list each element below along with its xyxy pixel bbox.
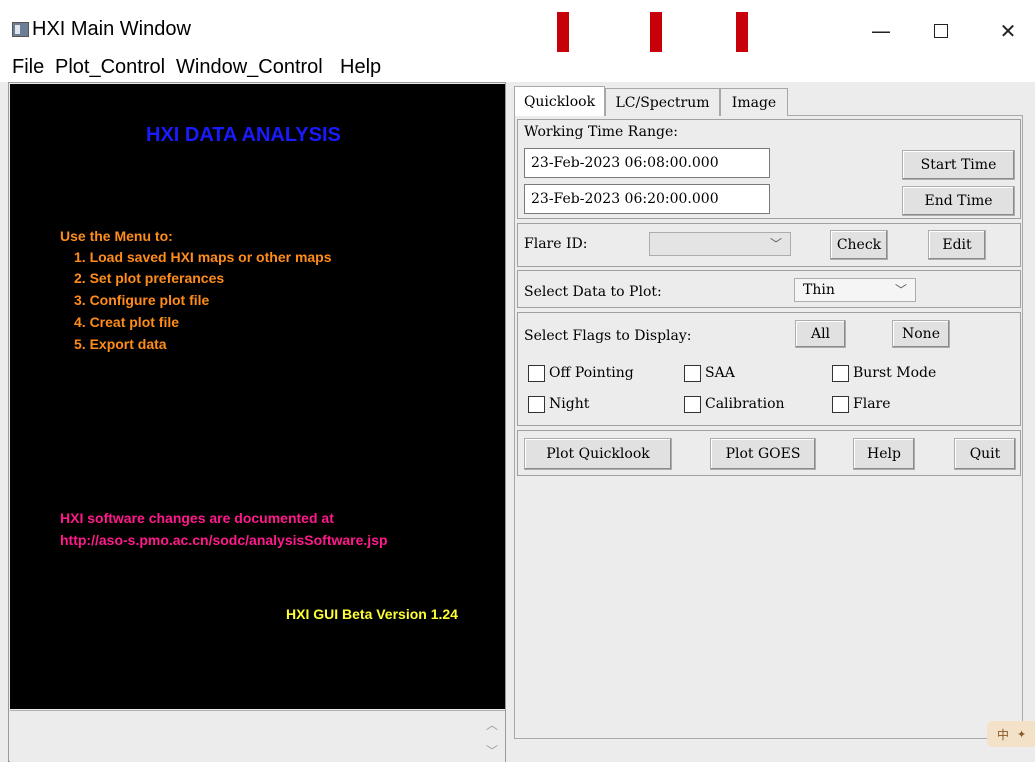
tab-lc-spectrum[interactable]: LC/Spectrum xyxy=(605,88,720,116)
scroll-up-icon[interactable]: ︿ xyxy=(486,716,498,733)
app-icon xyxy=(12,22,29,37)
menu-file[interactable]: File xyxy=(12,56,44,79)
menu-bar: File Plot_Control Window_Control Help xyxy=(0,52,1035,82)
off-pointing-label: Off Pointing xyxy=(549,365,634,381)
chevron-down-icon: ﹀ xyxy=(894,283,907,297)
plot-quicklook-button[interactable]: Plot Quicklook xyxy=(524,438,672,470)
saa-label: SAA xyxy=(705,365,735,381)
data-select-dropdown[interactable]: Thin ﹀ xyxy=(794,278,916,302)
window-title: HXI Main Window xyxy=(32,18,191,40)
burst-mode-label: Burst Mode xyxy=(853,365,937,381)
version-text: HXI GUI Beta Version 1.24 xyxy=(286,606,458,622)
step-text: 4. Creat plot file xyxy=(74,314,180,330)
saa-checkbox[interactable] xyxy=(684,365,701,382)
canvas-heading: HXI DATA ANALYSIS xyxy=(146,124,341,146)
edit-button[interactable]: Edit xyxy=(928,230,986,260)
plot-goes-button[interactable]: Plot GOES xyxy=(710,438,816,470)
log-text-area[interactable] xyxy=(10,710,505,762)
menu-help[interactable]: Help xyxy=(340,56,381,79)
close-button[interactable]: ✕ xyxy=(985,14,1031,48)
flags-label: Select Flags to Display: xyxy=(524,328,692,344)
select-no-flags-button[interactable]: None xyxy=(892,320,950,348)
changes-text: HXI software changes are documented at xyxy=(60,510,334,526)
check-button[interactable]: Check xyxy=(830,230,888,260)
menu-intro-text: Use the Menu to: xyxy=(60,228,173,244)
menu-plot-control[interactable]: Plot_Control xyxy=(55,56,165,79)
maximize-button[interactable] xyxy=(918,14,964,48)
tab-quicklook[interactable]: Quicklook xyxy=(514,86,605,116)
flare-id-label: Flare ID: xyxy=(524,236,588,252)
night-label: Night xyxy=(549,396,590,412)
log-scrollbar[interactable]: ︿ ﹀ xyxy=(483,712,501,762)
start-time-input[interactable]: 23-Feb-2023 06:08:00.000 xyxy=(524,148,770,178)
start-time-button[interactable]: Start Time xyxy=(902,150,1015,180)
maximize-icon xyxy=(934,24,948,38)
off-pointing-checkbox[interactable] xyxy=(528,365,545,382)
ime-indicator[interactable]: 中 ✦ xyxy=(987,721,1035,747)
time-range-label: Working Time Range: xyxy=(524,124,678,140)
step-text: 5. Export data xyxy=(74,336,167,352)
step-text: 3. Configure plot file xyxy=(74,292,210,308)
ime-label: 中 xyxy=(997,727,1010,742)
step-text: 1. Load saved HXI maps or other maps xyxy=(74,249,332,265)
chevron-down-icon: ﹀ xyxy=(769,237,782,251)
end-time-input[interactable]: 23-Feb-2023 06:20:00.000 xyxy=(524,184,770,214)
select-all-flags-button[interactable]: All xyxy=(795,320,846,348)
burst-mode-checkbox[interactable] xyxy=(832,365,849,382)
calibration-checkbox[interactable] xyxy=(684,396,701,413)
minimize-button[interactable]: — xyxy=(858,14,904,48)
menu-window-control[interactable]: Window_Control xyxy=(176,56,323,79)
flare-checkbox[interactable] xyxy=(832,396,849,413)
flare-id-select[interactable]: ﹀ xyxy=(649,232,791,256)
title-bar: HXI Main Window — ✕ xyxy=(0,0,1035,52)
step-text: 2. Set plot preferances xyxy=(74,270,225,286)
scroll-down-icon[interactable]: ﹀ xyxy=(486,742,498,759)
data-select-label: Select Data to Plot: xyxy=(524,284,662,300)
quit-button[interactable]: Quit xyxy=(954,438,1016,470)
flare-label: Flare xyxy=(853,396,891,412)
tab-image[interactable]: Image xyxy=(720,88,788,116)
night-checkbox[interactable] xyxy=(528,396,545,413)
changes-url: http://aso-s.pmo.ac.cn/sodc/analysisSoft… xyxy=(60,532,388,548)
data-select-value: Thin xyxy=(803,282,835,298)
end-time-button[interactable]: End Time xyxy=(902,186,1015,216)
help-button[interactable]: Help xyxy=(853,438,915,470)
calibration-label: Calibration xyxy=(705,396,785,412)
ime-settings-icon: ✦ xyxy=(1017,727,1027,741)
